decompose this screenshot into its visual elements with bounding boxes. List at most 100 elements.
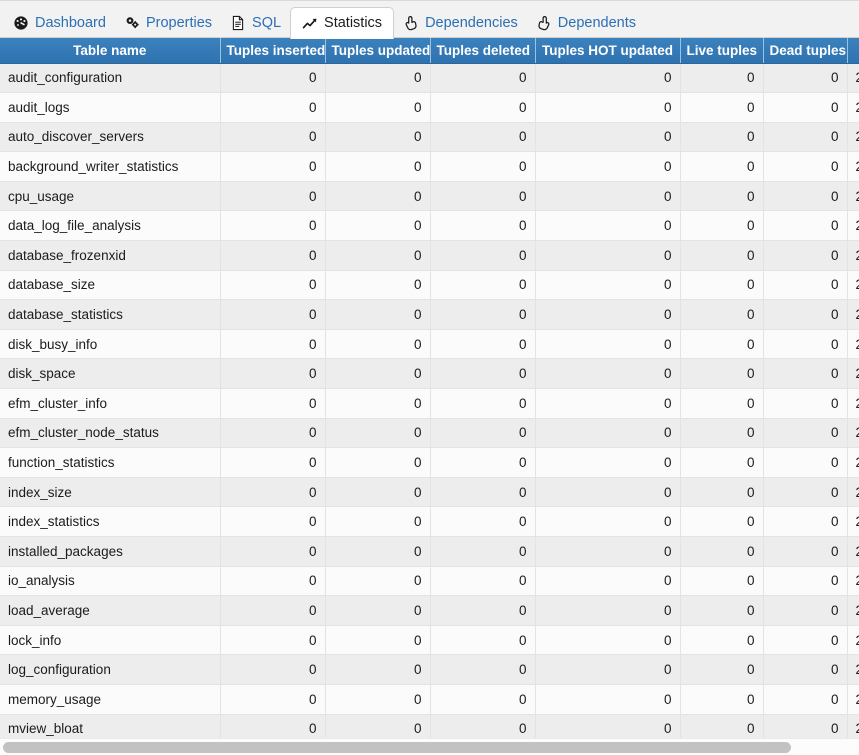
tuples-hot-updated-cell: 0 (535, 506, 681, 537)
horizontal-scrollbar[interactable] (0, 738, 859, 755)
tuples-deleted-cell: 0 (430, 625, 536, 656)
tuples-hot-updated-cell: 0 (535, 151, 681, 182)
column-header-tuples-updated[interactable]: Tuples updated (325, 38, 431, 64)
tuples-inserted-cell: 0 (220, 151, 326, 182)
dead-tuples-cell: 0 (763, 92, 848, 123)
dead-tuples-cell: 0 (763, 63, 848, 94)
tuples-updated-cell: 0 (325, 329, 431, 360)
tab-dependencies[interactable]: Dependencies (394, 8, 527, 38)
tuples-inserted-cell: 0 (220, 418, 326, 449)
column-header-dead-tuples[interactable]: Dead tuples (763, 38, 848, 64)
table-row[interactable]: memory_usage0000002017 (0, 684, 859, 715)
statistics-grid-container: Table name Tuples inserted Tuples update… (0, 38, 859, 755)
last-cell: 2017 (847, 566, 859, 597)
dead-tuples-cell: 0 (763, 566, 848, 597)
tuples-updated-cell: 0 (325, 654, 431, 685)
last-cell: 2017 (847, 595, 859, 626)
table-row[interactable]: log_configuration0000002017 (0, 654, 859, 685)
table-row[interactable]: background_writer_statistics0000002017 (0, 151, 859, 182)
tuples-hot-updated-cell: 0 (535, 122, 681, 153)
tuples-inserted-cell: 0 (220, 210, 326, 242)
column-header-tuples-hot-updated[interactable]: Tuples HOT updated (535, 38, 681, 64)
last-cell: 2017 (847, 625, 859, 656)
table-row[interactable]: lock_info0000002017 (0, 625, 859, 656)
table-row[interactable]: cpu_usage0000002017 (0, 181, 859, 212)
last-cell: 2017 (847, 63, 859, 94)
table-name-cell: database_statistics (0, 299, 221, 330)
dead-tuples-cell: 0 (763, 684, 848, 715)
last-cell: 2017 (847, 536, 859, 567)
table-row[interactable]: disk_space0000002017 (0, 358, 859, 390)
table-row[interactable]: data_log_file_analysis0000002017 (0, 210, 859, 242)
tuples-hot-updated-cell: 0 (535, 684, 681, 715)
horizontal-scrollbar-thumb[interactable] (3, 742, 791, 753)
tuples-inserted-cell: 0 (220, 63, 326, 94)
live-tuples-cell: 0 (680, 122, 764, 153)
live-tuples-cell: 0 (680, 329, 764, 360)
tuples-hot-updated-cell: 0 (535, 92, 681, 123)
tuples-hot-updated-cell: 0 (535, 181, 681, 212)
tuples-deleted-cell: 0 (430, 684, 536, 715)
table-row[interactable]: index_size0000002017 (0, 477, 859, 508)
tab-sql[interactable]: SQL (221, 8, 290, 38)
tuples-updated-cell: 0 (325, 477, 431, 508)
tuples-updated-cell: 0 (325, 536, 431, 567)
table-row[interactable]: audit_configuration0000002017 (0, 63, 859, 94)
last-cell: 2017 (847, 418, 859, 449)
table-row[interactable]: load_average0000002017 (0, 595, 859, 626)
table-row[interactable]: index_statistics0000002017 (0, 506, 859, 537)
tuples-hot-updated-cell: 0 (535, 240, 681, 271)
table-name-cell: database_size (0, 270, 221, 301)
table-name-cell: efm_cluster_info (0, 388, 221, 419)
hand-pointer-icon (403, 15, 419, 31)
table-row[interactable]: disk_busy_info0000002017 (0, 329, 859, 360)
table-row[interactable]: installed_packages0000002017 (0, 536, 859, 567)
tab-label: SQL (252, 14, 282, 31)
tab-label: Dependencies (425, 14, 518, 31)
tuples-hot-updated-cell: 0 (535, 477, 681, 508)
table-row[interactable]: efm_cluster_node_status0000002017 (0, 418, 859, 449)
table-name-cell: background_writer_statistics (0, 151, 221, 182)
object-tab-bar: Dashboard Properties SQL Statistics Depe… (0, 0, 859, 39)
last-cell: 2017 (847, 299, 859, 330)
table-row[interactable]: io_analysis0000002017 (0, 566, 859, 597)
table-name-cell: data_log_file_analysis (0, 210, 221, 242)
tuples-deleted-cell: 0 (430, 595, 536, 626)
tab-label: Statistics (324, 15, 383, 32)
dead-tuples-cell: 0 (763, 447, 848, 478)
tuples-deleted-cell: 0 (430, 92, 536, 123)
live-tuples-cell: 0 (680, 151, 764, 182)
dead-tuples-cell: 0 (763, 506, 848, 537)
tuples-deleted-cell: 0 (430, 210, 536, 242)
last-cell: 2017 (847, 92, 859, 123)
last-cell: 2017 (847, 654, 859, 685)
column-header-table-name[interactable]: Table name (0, 38, 221, 64)
table-row[interactable]: database_statistics0000002017 (0, 299, 859, 330)
last-cell: 2017 (847, 388, 859, 419)
column-header-last[interactable]: Last (847, 38, 859, 64)
table-row[interactable]: database_frozenxid0000002017 (0, 240, 859, 271)
tuples-deleted-cell: 0 (430, 506, 536, 537)
tab-dependents[interactable]: Dependents (527, 8, 645, 38)
column-header-tuples-inserted[interactable]: Tuples inserted (220, 38, 326, 64)
column-header-live-tuples[interactable]: Live tuples (680, 38, 764, 64)
live-tuples-cell: 0 (680, 595, 764, 626)
tuples-deleted-cell: 0 (430, 63, 536, 94)
table-row[interactable]: auto_discover_servers0000002017 (0, 122, 859, 153)
live-tuples-cell: 0 (680, 566, 764, 597)
document-icon (230, 15, 246, 31)
table-row[interactable]: audit_logs0000002017 (0, 92, 859, 123)
table-row[interactable]: function_statistics0000002017 (0, 447, 859, 478)
table-row[interactable]: database_size0000002017 (0, 270, 859, 301)
live-tuples-cell: 0 (680, 506, 764, 537)
tuples-hot-updated-cell: 0 (535, 329, 681, 360)
tab-properties[interactable]: Properties (115, 8, 221, 38)
line-chart-icon (302, 16, 318, 32)
tab-dashboard[interactable]: Dashboard (4, 8, 115, 38)
tuples-updated-cell: 0 (325, 181, 431, 212)
table-row[interactable]: efm_cluster_info0000002017 (0, 388, 859, 419)
column-header-tuples-deleted[interactable]: Tuples deleted (430, 38, 536, 64)
tab-statistics[interactable]: Statistics (290, 7, 395, 39)
dead-tuples-cell: 0 (763, 329, 848, 360)
dead-tuples-cell: 0 (763, 151, 848, 182)
